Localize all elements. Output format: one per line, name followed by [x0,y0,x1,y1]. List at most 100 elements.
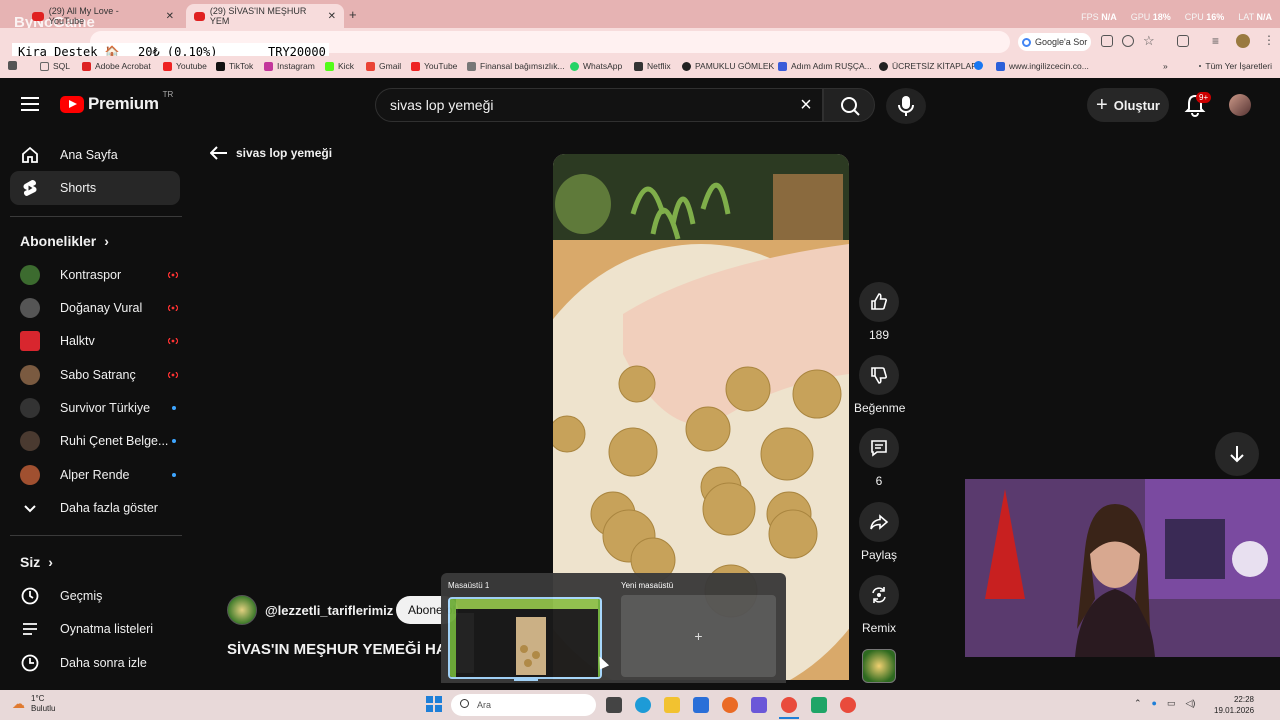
sidebar-item-subscription[interactable]: Sabo Satranç [10,360,180,390]
channel-info[interactable]: @lezzetli_tariflerimiz [227,595,393,625]
start-button[interactable] [426,696,442,712]
bookmark-item[interactable]: WhatsApp [570,61,622,71]
all-bookmarks[interactable]: Tüm Yer İşaretleri [1199,61,1272,71]
sidebar-item-history[interactable]: Geçmiş [10,581,180,611]
sidebar-item-subscription[interactable]: Kontraspor [10,260,180,290]
desktop-1-thumbnail[interactable] [448,597,602,679]
dislike-button[interactable]: Beğenme [854,355,905,415]
browser-tab-active[interactable]: (29) SİVAS'IN MEŞHUR YEM ✕ [186,4,344,28]
sidebar-item-home[interactable]: Ana Sayfa [10,138,180,172]
search-input[interactable]: sivas lop yemeği × [375,88,823,122]
more-vert-icon[interactable]: ⋮ [1263,33,1275,47]
profile-icon[interactable] [1236,34,1250,48]
browser-tab[interactable]: (29) All My Love - YouTube ✕ [24,4,182,28]
teams-icon[interactable] [751,697,767,713]
chevron-up-icon[interactable]: ⌃ [1134,698,1142,709]
new-tab-button[interactable]: + [349,7,357,22]
thumbs-up-icon [871,293,887,310]
media-icon[interactable]: ≡ [1212,34,1219,48]
search-button[interactable] [823,88,875,122]
hamburger-menu-icon[interactable] [21,97,39,111]
taskbar-search-input[interactable]: Ara [451,694,596,716]
extensions-icon[interactable] [1177,35,1189,47]
bookmark-item[interactable]: Adobe Acrobat [82,61,151,71]
app-icon[interactable] [811,697,827,713]
weather-widget[interactable]: ☁ 1°C Bulutlu [12,694,55,714]
google-sor-button[interactable]: Google'a Sor [1018,33,1092,51]
bookmark-item[interactable]: Youtube [163,61,207,71]
next-short-button[interactable] [1215,432,1259,476]
channel-avatar[interactable] [227,595,257,625]
create-button[interactable]: + Oluştur [1087,88,1169,122]
file-explorer-icon[interactable] [664,697,680,713]
bookmark-label: Adobe Acrobat [95,61,151,71]
google-sor-label: Google'a Sor [1035,37,1088,47]
show-more-button[interactable]: Daha fazla göster [10,493,180,523]
zoom-icon[interactable] [1122,35,1134,47]
voice-search-button[interactable] [886,88,926,124]
share-label: Paylaş [860,548,898,562]
bookmarks-overflow-icon[interactable]: » [1163,61,1168,71]
youtube-premium-logo[interactable]: Premium TR [60,90,173,114]
bookmark-item[interactable]: YouTube [411,61,457,71]
sidebar-item-subscription[interactable]: Survivor Türkiye [10,393,180,423]
channel-avatar [20,431,40,451]
volume-icon[interactable]: ◁) [1186,698,1196,709]
bookmark-item[interactable] [974,61,987,70]
channel-handle[interactable]: @lezzetli_tariflerimiz [265,603,393,618]
network-icon[interactable]: ▭ [1167,698,1176,709]
bookmark-item[interactable]: Finansal bağımsızlık... [467,61,565,71]
new-desktop-button[interactable]: + [621,595,776,677]
sidebar-item-subscription[interactable]: Halktv [10,326,180,356]
clear-search-icon[interactable]: × [796,95,816,115]
bookmark-item[interactable]: Adım Adım RUŞÇA... [778,61,872,71]
bookmark-item[interactable]: PAMUKLU GÖMLEK [682,61,774,71]
close-icon[interactable]: ✕ [328,11,336,22]
apps-icon[interactable] [8,61,17,70]
bookmark-item[interactable]: Instagram [264,61,315,71]
bookmark-item[interactable]: TikTok [216,61,253,71]
bookmark-item[interactable]: Gmail [366,61,401,71]
bookmark-item[interactable]: Netflix [634,61,671,71]
chevron-right-icon: › [104,233,109,249]
microphone-icon[interactable]: ● [1152,698,1157,709]
show-more-label: Daha fazla göster [60,501,158,515]
sidebar-item-playlists[interactable]: Oynatma listeleri [10,614,180,644]
sidebar-item-watch-later[interactable]: Daha sonra izle [10,648,180,678]
comments-button[interactable]: 6 [854,428,904,488]
site-icon [778,61,787,71]
bookmark-item[interactable]: Kick [325,61,354,71]
store-icon[interactable] [693,697,709,713]
chrome-icon[interactable] [840,697,856,713]
sound-thumbnail[interactable] [862,649,896,683]
gpu-value: 18% [1152,12,1171,22]
sidebar-item-shorts[interactable]: Shorts [10,171,180,205]
youtube-icon [163,61,172,71]
firefox-icon[interactable] [722,697,738,713]
sidebar-item-subscription[interactable]: Ruhi Çenet Belge... [10,426,180,456]
subscriptions-header[interactable]: Abonelikler › [20,233,109,249]
close-icon[interactable]: ✕ [166,11,174,22]
sidebar-item-subscription[interactable]: Doğanay Vural [10,293,180,323]
sidebar-item-subscription[interactable]: Alper Rende [10,460,180,490]
new-content-dot [172,439,176,443]
remix-button[interactable]: Remix [854,575,904,635]
system-clock[interactable]: 22:28 19.01.2026 [1214,694,1254,716]
task-view-icon[interactable] [606,697,622,713]
account-avatar[interactable] [1229,94,1251,116]
short-title: SİVAS'IN MEŞHUR YEMEĞİ HANGİSİ [227,641,442,658]
like-button[interactable]: 189 [854,282,904,342]
bookmark-item[interactable]: ÜCRETSİZ KİTAPLAR [879,61,977,71]
site-icon [879,61,888,71]
edge-icon[interactable] [635,697,651,713]
you-header[interactable]: Siz › [20,554,53,570]
bookmark-label: Gmail [379,61,402,71]
chrome-icon[interactable] [781,697,797,713]
back-to-search[interactable]: sivas lop yemeği [210,146,332,160]
share-button[interactable]: Paylaş [854,502,904,562]
bookmark-item[interactable]: SQL [40,61,70,71]
install-icon[interactable] [1101,35,1113,47]
system-tray: ⌃ ● ▭ ◁) [1134,698,1195,709]
bookmark-item[interactable]: www.ingilizcecin.co... [996,61,1089,71]
star-icon[interactable]: ☆ [1143,33,1155,49]
